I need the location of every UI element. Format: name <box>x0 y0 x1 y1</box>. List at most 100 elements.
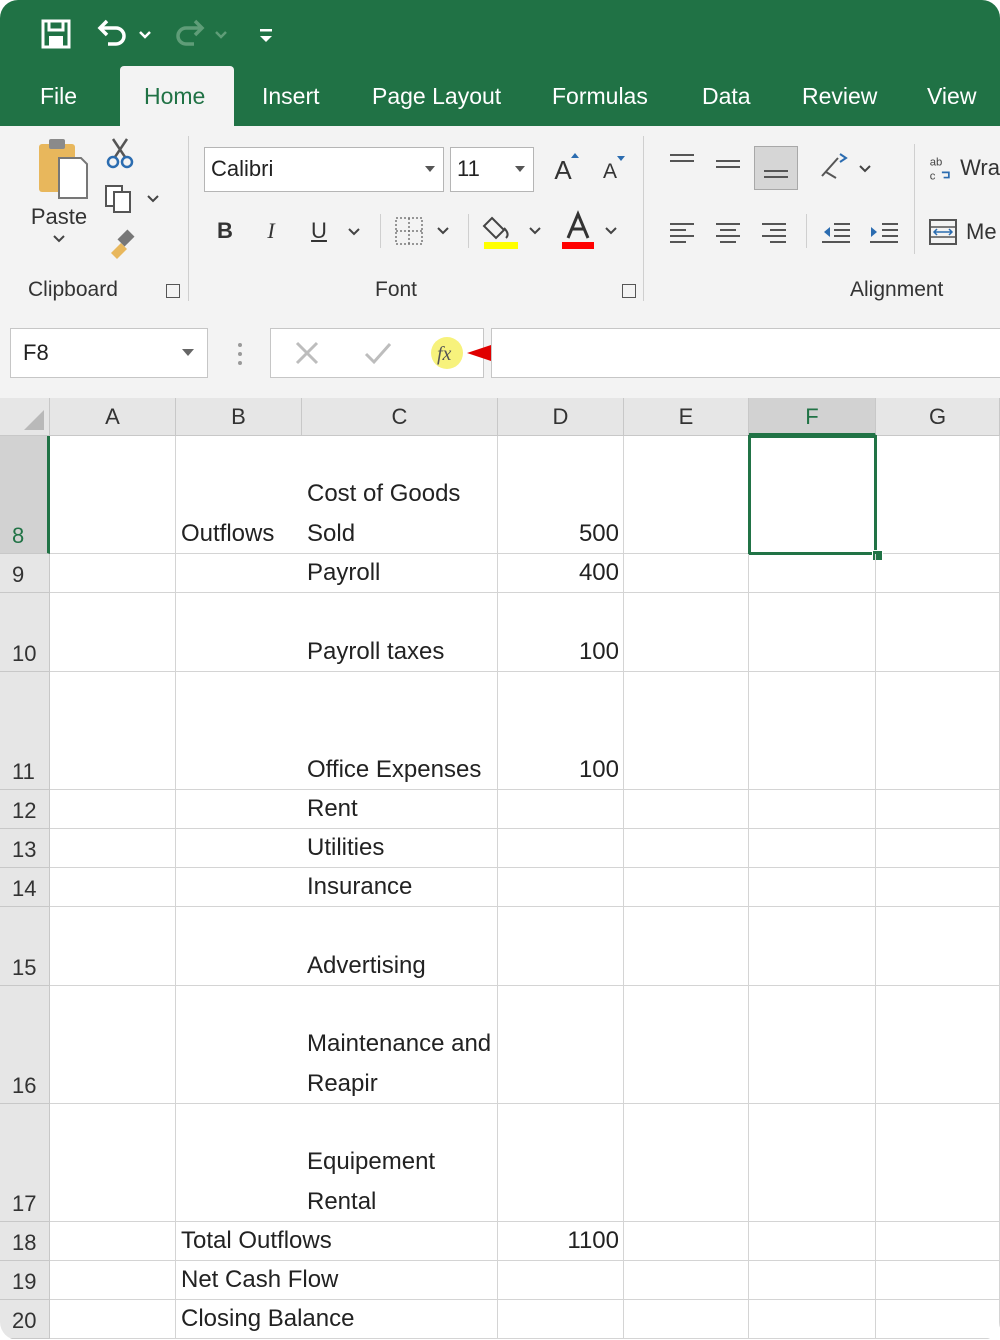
cell-d11[interactable]: 100 <box>498 672 624 790</box>
name-box[interactable]: F8 <box>10 328 208 378</box>
row-header-18[interactable]: 18 <box>0 1222 50 1261</box>
cell-e18[interactable] <box>624 1222 749 1261</box>
cell-d20[interactable] <box>498 1300 624 1339</box>
align-right-button[interactable] <box>754 212 794 252</box>
cell-g10[interactable] <box>876 593 1000 672</box>
cell-c10[interactable]: Payroll taxes <box>302 593 498 672</box>
cell-d12[interactable] <box>498 790 624 829</box>
cell-a18[interactable] <box>50 1222 176 1261</box>
row-header-14[interactable]: 14 <box>0 868 50 907</box>
cell-d19[interactable] <box>498 1261 624 1300</box>
cell-f18[interactable] <box>749 1222 876 1261</box>
name-box-dropdown-icon[interactable] <box>181 348 195 358</box>
cell-c13[interactable]: Utilities <box>302 829 498 868</box>
tab-view[interactable]: View <box>903 66 1000 126</box>
cell-d15[interactable] <box>498 907 624 986</box>
cell-f9[interactable] <box>749 554 876 593</box>
cell-g19[interactable] <box>876 1261 1000 1300</box>
cell-g17[interactable] <box>876 1104 1000 1222</box>
cell-b15[interactable] <box>176 907 302 986</box>
cell-e9[interactable] <box>624 554 749 593</box>
cell-e14[interactable] <box>624 868 749 907</box>
font-name-select[interactable]: Calibri <box>204 147 444 192</box>
cell-f15[interactable] <box>749 907 876 986</box>
cell-b19[interactable]: Net Cash Flow <box>176 1261 338 1300</box>
cell-d14[interactable] <box>498 868 624 907</box>
cell-d16[interactable] <box>498 986 624 1104</box>
row-header-20[interactable]: 20 <box>0 1300 50 1339</box>
cell-a14[interactable] <box>50 868 176 907</box>
borders-button[interactable] <box>390 212 458 250</box>
shrink-font-button[interactable]: A <box>594 154 626 190</box>
cell-f17[interactable] <box>749 1104 876 1222</box>
cell-a8[interactable] <box>50 436 176 554</box>
drag-handle-icon[interactable] <box>236 341 244 367</box>
cell-d13[interactable] <box>498 829 624 868</box>
column-header-e[interactable]: E <box>624 398 749 436</box>
enter-check-icon[interactable] <box>363 339 393 367</box>
cell-f19[interactable] <box>749 1261 876 1300</box>
cell-c8[interactable]: Cost of Goods Sold <box>302 436 498 554</box>
cell-a16[interactable] <box>50 986 176 1104</box>
row-header-15[interactable]: 15 <box>0 907 50 986</box>
align-center-button[interactable] <box>708 212 748 252</box>
cell-c15[interactable]: Advertising <box>302 907 498 986</box>
cell-e13[interactable] <box>624 829 749 868</box>
tab-formulas[interactable]: Formulas <box>528 66 672 126</box>
cell-g15[interactable] <box>876 907 1000 986</box>
cell-c11[interactable]: Office Expenses <box>302 672 498 790</box>
row-header-10[interactable]: 10 <box>0 593 50 672</box>
cell-c18[interactable] <box>302 1222 498 1261</box>
select-all-corner[interactable] <box>0 398 50 436</box>
row-header-13[interactable]: 13 <box>0 829 50 868</box>
wrap-text-button[interactable]: ab c Wra <box>928 148 1000 188</box>
cell-a10[interactable] <box>50 593 176 672</box>
row-header-19[interactable]: 19 <box>0 1261 50 1300</box>
cell-f20[interactable] <box>749 1300 876 1339</box>
undo-icon[interactable] <box>96 14 156 54</box>
cell-g16[interactable] <box>876 986 1000 1104</box>
cell-g8[interactable] <box>876 436 1000 554</box>
cell-b10[interactable] <box>176 593 302 672</box>
cell-a12[interactable] <box>50 790 176 829</box>
cell-b8[interactable]: Outflows <box>176 436 302 554</box>
save-icon[interactable] <box>40 14 72 54</box>
cell-c14[interactable]: Insurance <box>302 868 498 907</box>
row-header-9[interactable]: 9 <box>0 554 50 593</box>
cell-b9[interactable] <box>176 554 302 593</box>
cell-c9[interactable]: Payroll <box>302 554 498 593</box>
cell-a15[interactable] <box>50 907 176 986</box>
row-header-17[interactable]: 17 <box>0 1104 50 1222</box>
tab-file[interactable]: File <box>16 66 101 126</box>
cell-g20[interactable] <box>876 1300 1000 1339</box>
cell-e16[interactable] <box>624 986 749 1104</box>
underline-dropdown[interactable] <box>342 220 366 244</box>
row-header-8[interactable]: 8 <box>0 436 50 554</box>
row-header-12[interactable]: 12 <box>0 790 50 829</box>
increase-indent-button[interactable] <box>864 212 904 252</box>
column-header-a[interactable]: A <box>50 398 176 436</box>
align-left-button[interactable] <box>662 212 702 252</box>
copy-button[interactable] <box>102 182 166 216</box>
cell-f14[interactable] <box>749 868 876 907</box>
clipboard-launcher-icon[interactable] <box>166 284 180 298</box>
tab-page-layout[interactable]: Page Layout <box>348 66 525 126</box>
paste-button[interactable]: Paste <box>22 134 96 264</box>
cell-g18[interactable] <box>876 1222 1000 1261</box>
italic-button[interactable]: I <box>254 212 288 250</box>
font-size-select[interactable]: 11 <box>450 147 534 192</box>
cell-e17[interactable] <box>624 1104 749 1222</box>
cell-c17[interactable]: Equipement Rental <box>302 1104 498 1222</box>
cell-a19[interactable] <box>50 1261 176 1300</box>
grow-font-button[interactable]: A <box>546 150 580 190</box>
row-header-16[interactable]: 16 <box>0 986 50 1104</box>
cell-b11[interactable] <box>176 672 302 790</box>
column-header-d[interactable]: D <box>498 398 624 436</box>
cell-d9[interactable]: 400 <box>498 554 624 593</box>
column-header-c[interactable]: C <box>302 398 498 436</box>
redo-icon[interactable] <box>172 14 232 54</box>
cell-c20[interactable] <box>302 1300 498 1339</box>
cell-a11[interactable] <box>50 672 176 790</box>
cell-c16[interactable]: Maintenance and Reapir <box>302 986 498 1104</box>
cell-b18[interactable]: Total Outflows <box>176 1222 332 1261</box>
